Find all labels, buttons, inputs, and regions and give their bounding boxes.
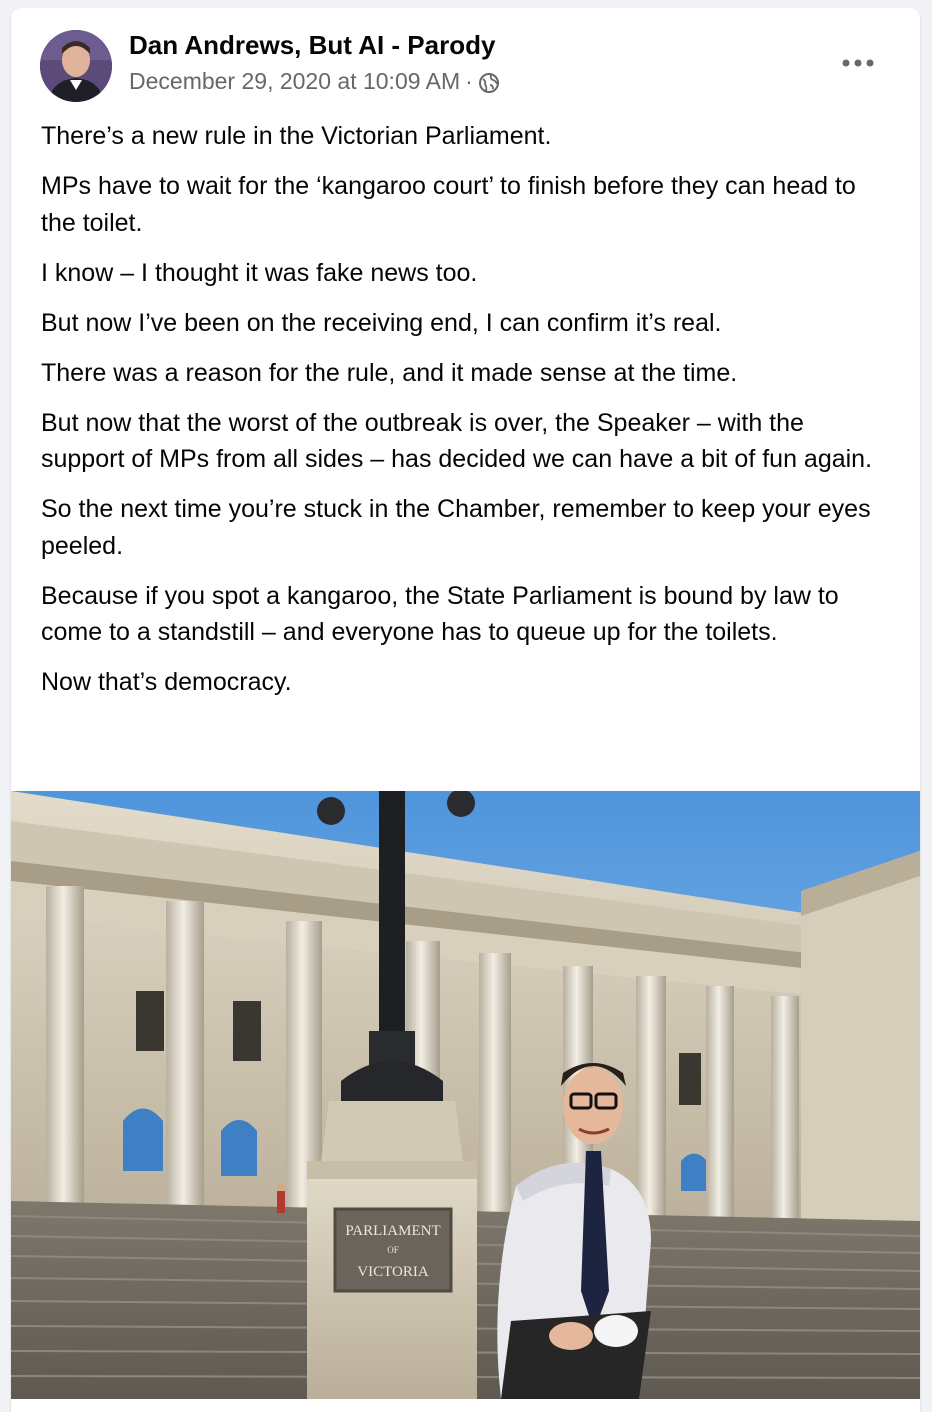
post-paragraph: There’s a new rule in the Victorian Parl… — [41, 122, 552, 150]
post-photo[interactable]: PARLIAMENT OF VICTORIA — [11, 791, 920, 1399]
post-header: Dan Andrews, But AI - Parody December 29… — [11, 8, 920, 118]
author-name[interactable]: Dan Andrews, But AI - Parody — [129, 30, 495, 61]
avatar-image — [40, 30, 112, 102]
post-paragraph: Now that’s democracy. — [41, 668, 292, 696]
more-horizontal-icon — [842, 59, 874, 67]
sign-line-3: VICTORIA — [357, 1264, 429, 1280]
post-body: There’s a new rule in the Victorian Parl… — [41, 118, 891, 714]
post-timestamp[interactable]: December 29, 2020 at 10:09 AM — [129, 68, 460, 95]
sign-line-1: PARLIAMENT — [345, 1223, 440, 1239]
post-meta: December 29, 2020 at 10:09 AM · — [129, 68, 500, 95]
sign-line-2: OF — [387, 1245, 399, 1255]
post-paragraph: Because if you spot a kangaroo, the Stat… — [41, 581, 839, 647]
post-paragraph: So the next time you’re stuck in the Cha… — [41, 495, 871, 560]
globe-icon[interactable] — [478, 72, 500, 94]
parliament-photo: PARLIAMENT OF VICTORIA — [11, 791, 920, 1399]
post-paragraph: But now I’ve been on the receiving end, … — [41, 308, 722, 337]
post-card: Dan Andrews, But AI - Parody December 29… — [11, 8, 920, 1412]
post-paragraph: MPs have to wait for the ‘kangaroo court… — [41, 172, 856, 237]
more-options-button[interactable] — [836, 48, 880, 78]
post-paragraph: I know – I thought it was fake news too. — [41, 258, 478, 287]
meta-separator: · — [465, 68, 473, 94]
post-paragraph: But now that the worst of the outbreak i… — [41, 408, 873, 474]
post-paragraph: There was a reason for the rule, and it … — [41, 358, 738, 387]
author-avatar[interactable] — [40, 30, 112, 102]
